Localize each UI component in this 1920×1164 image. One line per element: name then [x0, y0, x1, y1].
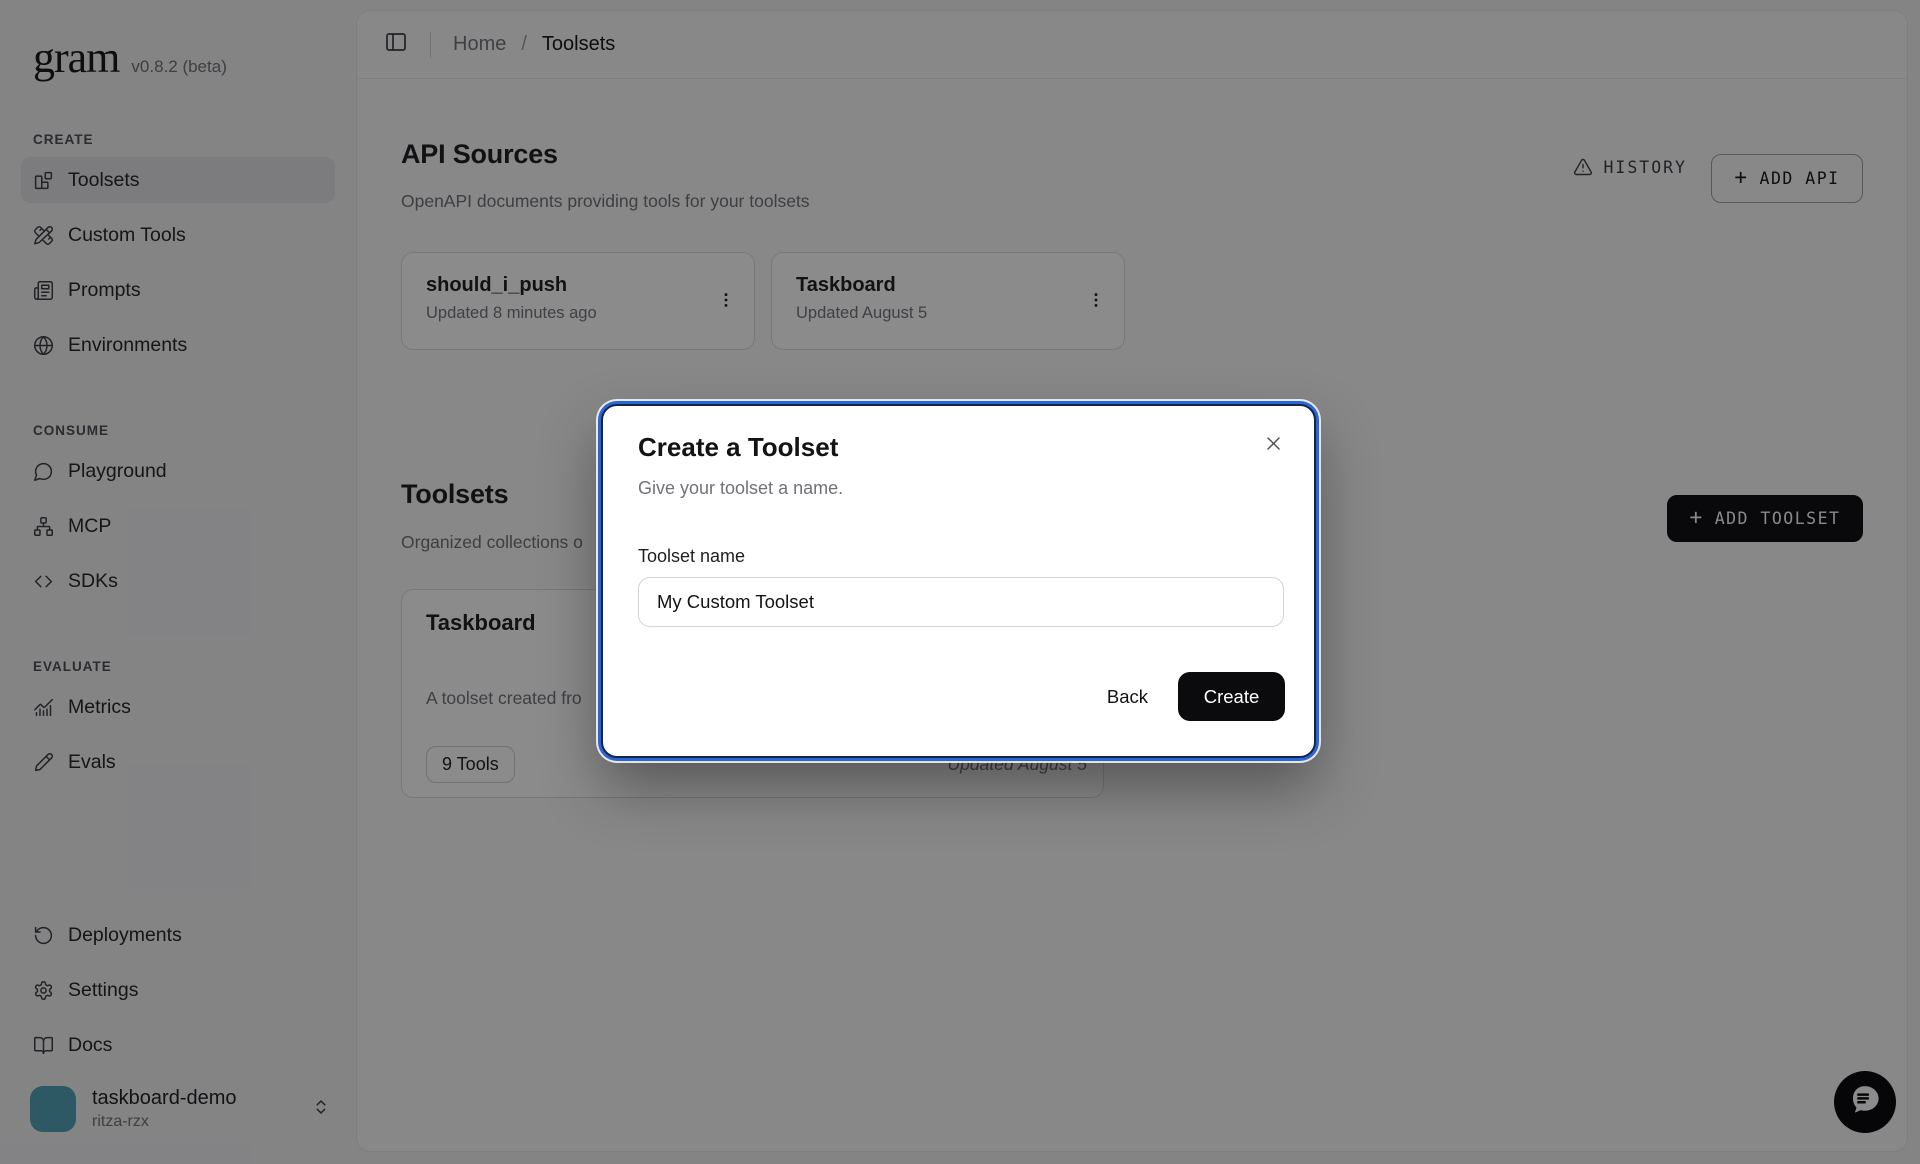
- dialog-subtitle: Give your toolset a name.: [638, 478, 843, 499]
- toolset-name-label: Toolset name: [638, 546, 745, 567]
- dialog-actions: Back Create: [1107, 672, 1285, 721]
- dialog-title: Create a Toolset: [638, 432, 838, 463]
- app-root: gram v0.8.2 (beta) CREATE Toolsets Custo…: [0, 0, 1920, 1164]
- close-icon[interactable]: [1260, 430, 1287, 462]
- create-toolset-dialog: Create a Toolset Give your toolset a nam…: [601, 404, 1316, 758]
- toolset-name-input[interactable]: [638, 577, 1284, 627]
- create-button[interactable]: Create: [1178, 672, 1285, 721]
- back-button[interactable]: Back: [1107, 686, 1148, 708]
